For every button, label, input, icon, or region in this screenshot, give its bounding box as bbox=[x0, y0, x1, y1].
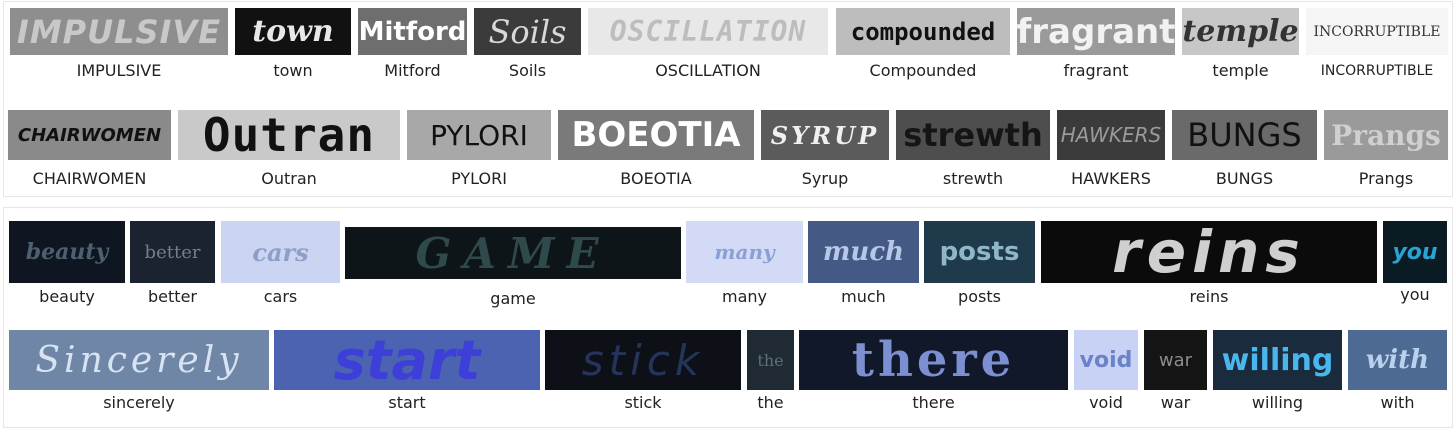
word-image: war bbox=[1144, 330, 1207, 390]
word-label: Compounded bbox=[869, 61, 977, 80]
word-image: fragrant bbox=[1017, 8, 1175, 55]
word-image: beauty bbox=[9, 221, 125, 283]
word-image: PYLORI bbox=[407, 110, 551, 160]
word-image: Mitford bbox=[358, 8, 467, 55]
word-image: town bbox=[235, 8, 351, 55]
word-label: you bbox=[1400, 285, 1430, 304]
word-image: HAWKERS bbox=[1057, 110, 1165, 160]
word-image: compounded bbox=[836, 8, 1010, 55]
word-label: many bbox=[722, 287, 767, 306]
word-image: posts bbox=[924, 221, 1035, 283]
word-label: PYLORI bbox=[451, 169, 507, 188]
word-image: GAME bbox=[345, 227, 681, 279]
word-image: Soils bbox=[474, 8, 581, 55]
word-label: war bbox=[1160, 393, 1191, 412]
word-image: Sincerely bbox=[9, 330, 269, 390]
word-label: Outran bbox=[261, 169, 317, 188]
word-label: game bbox=[490, 289, 536, 308]
word-image: SYRUP bbox=[761, 110, 889, 160]
word-image: Outran bbox=[178, 110, 400, 160]
word-label: INCORRUPTIBLE bbox=[1320, 63, 1434, 79]
word-label: posts bbox=[958, 287, 1001, 306]
word-image: stick bbox=[545, 330, 741, 390]
word-image: the bbox=[747, 330, 794, 390]
word-label: Mitford bbox=[384, 61, 441, 80]
word-label: with bbox=[1380, 393, 1415, 412]
word-image: you bbox=[1383, 221, 1447, 283]
word-image: much bbox=[808, 221, 919, 283]
word-label: Soils bbox=[508, 61, 547, 80]
word-label: cars bbox=[263, 287, 298, 306]
word-image: INCORRUPTIBLE bbox=[1306, 8, 1448, 55]
word-image: there bbox=[799, 330, 1068, 390]
word-image: better bbox=[130, 221, 215, 283]
word-label: stick bbox=[624, 393, 662, 412]
word-label: much bbox=[841, 287, 886, 306]
word-image: OSCILLATION bbox=[588, 8, 828, 55]
word-image: many bbox=[686, 221, 803, 283]
word-label: strewth bbox=[942, 169, 1004, 188]
word-label: start bbox=[388, 393, 426, 412]
word-image: temple bbox=[1182, 8, 1299, 55]
word-label: BOEOTIA bbox=[620, 169, 692, 188]
word-label: temple bbox=[1212, 61, 1269, 80]
word-image: reins bbox=[1041, 221, 1377, 283]
word-image: void bbox=[1074, 330, 1138, 390]
word-image: CHAIRWOMEN bbox=[8, 110, 171, 160]
word-label: sincerely bbox=[103, 393, 175, 412]
word-label: there bbox=[912, 393, 955, 412]
word-label: Syrup bbox=[801, 169, 849, 188]
word-label: town bbox=[273, 61, 313, 80]
word-label: CHAIRWOMEN bbox=[32, 169, 147, 188]
word-label: fragrant bbox=[1063, 61, 1129, 80]
word-image: with bbox=[1348, 330, 1447, 390]
word-image: strewth bbox=[896, 110, 1050, 160]
word-image: BUNGS bbox=[1172, 110, 1317, 160]
word-image: Prangs bbox=[1324, 110, 1448, 160]
word-label: OSCILLATION bbox=[655, 61, 761, 80]
word-label: the bbox=[757, 393, 784, 412]
word-label: better bbox=[148, 287, 197, 306]
word-label: HAWKERS bbox=[1071, 169, 1151, 188]
word-label: BUNGS bbox=[1215, 169, 1274, 188]
word-image: willing bbox=[1213, 330, 1342, 390]
word-label: willing bbox=[1251, 393, 1304, 412]
word-image: start bbox=[274, 330, 540, 390]
word-image: cars bbox=[221, 221, 340, 283]
word-label: void bbox=[1089, 393, 1123, 412]
word-image: IMPULSIVE bbox=[10, 8, 228, 55]
word-label: Prangs bbox=[1358, 169, 1414, 188]
word-image: BOEOTIA bbox=[558, 110, 754, 160]
word-label: IMPULSIVE bbox=[76, 61, 162, 80]
word-label: beauty bbox=[39, 287, 95, 306]
word-label: reins bbox=[1189, 287, 1229, 306]
